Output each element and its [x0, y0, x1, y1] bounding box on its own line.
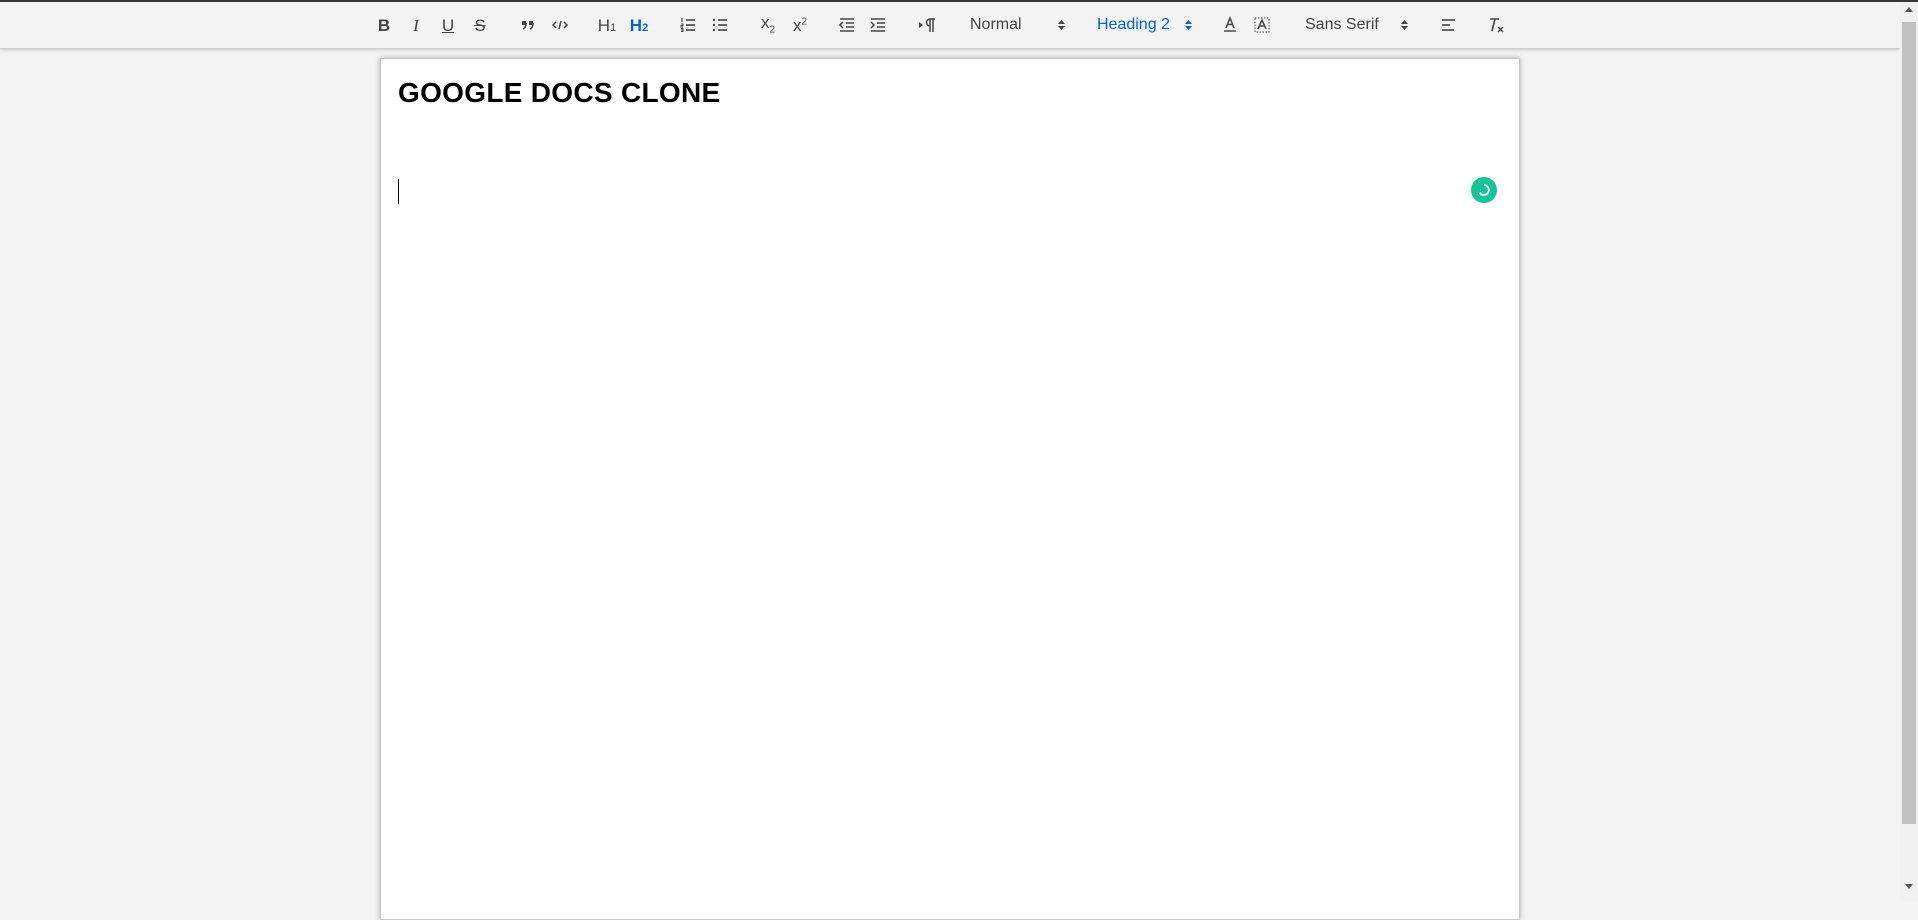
h2-icon: H2: [629, 15, 649, 35]
scroll-up-arrow-icon[interactable]: [1900, 6, 1918, 20]
scroll-down-arrow-icon[interactable]: [1900, 884, 1918, 898]
h1-button[interactable]: H1: [595, 13, 619, 37]
indent-icon: [870, 18, 885, 32]
scrollbar-thumb[interactable]: [1902, 22, 1916, 824]
h1-icon: H1: [597, 15, 617, 35]
font-color-icon: [1224, 16, 1236, 32]
italic-icon: I: [413, 15, 419, 35]
size-picker[interactable]: Normal: [970, 13, 1066, 37]
superscript-button[interactable]: x2: [788, 13, 812, 37]
superscript-icon: x2: [792, 15, 808, 35]
h2-button[interactable]: H2: [627, 13, 651, 37]
clean-format-icon: [1490, 18, 1504, 33]
clean-format-button[interactable]: [1484, 13, 1508, 37]
grammarly-icon[interactable]: [1471, 177, 1497, 203]
subscript-button[interactable]: x2: [756, 13, 780, 37]
document-page[interactable]: GOOGLE DOCS CLONE: [380, 58, 1520, 920]
code-block-button[interactable]: [548, 13, 572, 37]
outdent-icon: [838, 18, 854, 32]
chevron-updown-icon: [1401, 20, 1408, 30]
align-left-icon: [1442, 19, 1455, 31]
subscript-icon: x2: [760, 13, 776, 36]
ordered-list-icon: [680, 18, 695, 32]
editor-toolbar: B I U S H1 H2 x2 x2 Normal Heading 2 San…: [0, 2, 1900, 49]
size-picker-label: Normal: [970, 16, 1022, 33]
bullet-list-button[interactable]: [708, 13, 732, 37]
chevron-updown-icon: [1185, 20, 1192, 30]
underline-button[interactable]: U: [436, 13, 460, 37]
document-title[interactable]: GOOGLE DOCS CLONE: [398, 77, 720, 109]
code-block-icon: [551, 20, 569, 30]
background-color-button[interactable]: [1250, 13, 1274, 37]
outdent-button[interactable]: [835, 13, 859, 37]
indent-button[interactable]: [866, 13, 890, 37]
header-picker[interactable]: Heading 2: [1097, 13, 1193, 37]
text-direction-icon: [919, 18, 935, 32]
blockquote-button[interactable]: [516, 13, 540, 37]
background-color-icon: [1254, 17, 1270, 33]
font-picker-label: Sans Serif: [1305, 16, 1379, 33]
italic-button[interactable]: I: [404, 13, 428, 37]
blockquote-icon: [522, 21, 534, 30]
bullet-list-icon: [712, 18, 727, 32]
text-direction-button[interactable]: [915, 13, 939, 37]
vertical-scrollbar[interactable]: [1900, 2, 1918, 902]
underline-icon: U: [441, 15, 455, 35]
font-color-button[interactable]: [1218, 13, 1242, 37]
bold-icon: B: [377, 15, 391, 35]
bold-button[interactable]: B: [372, 13, 396, 37]
header-picker-label: Heading 2: [1097, 16, 1170, 33]
text-cursor: [398, 179, 399, 204]
strike-button[interactable]: S: [468, 13, 492, 37]
font-picker[interactable]: Sans Serif: [1305, 13, 1409, 37]
strike-icon: S: [474, 15, 486, 35]
ordered-list-button[interactable]: [676, 13, 700, 37]
chevron-updown-icon: [1058, 20, 1065, 30]
align-button[interactable]: [1437, 13, 1461, 37]
